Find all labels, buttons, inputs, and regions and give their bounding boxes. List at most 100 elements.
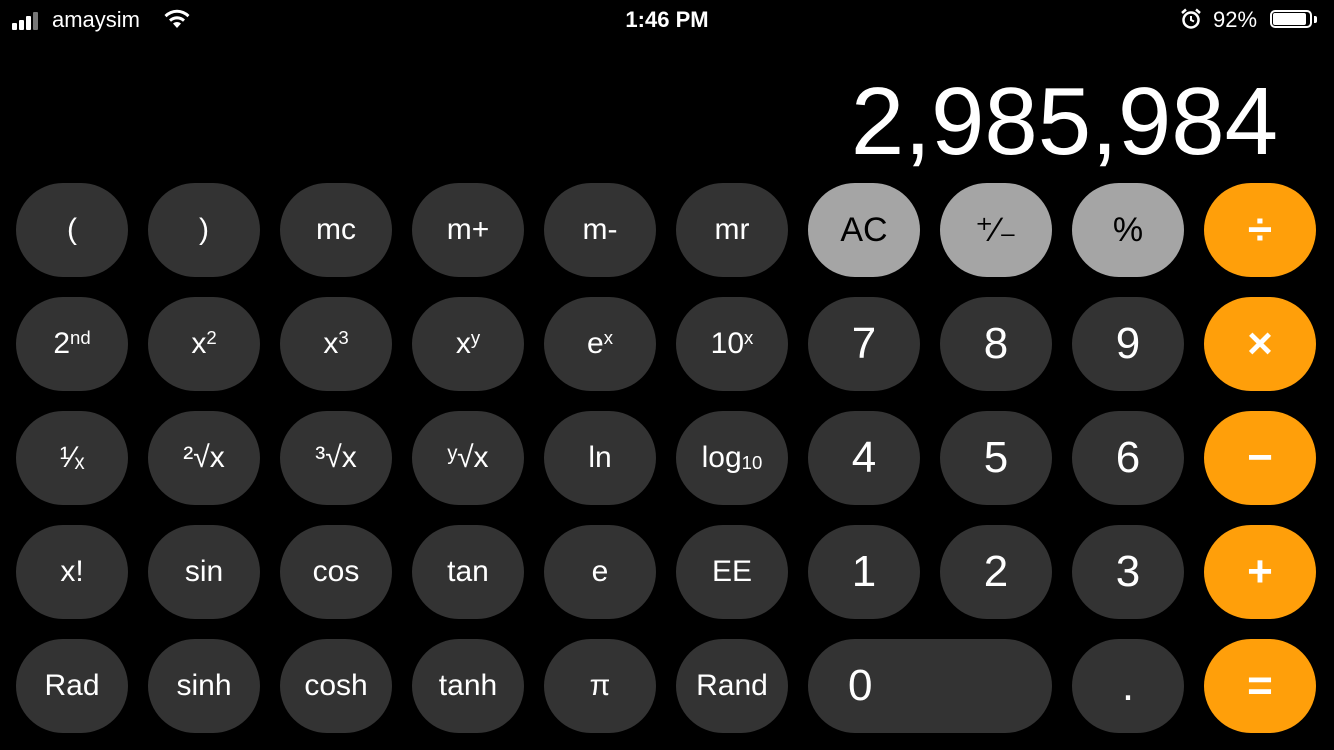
- divide-button[interactable]: ÷: [1204, 183, 1316, 277]
- multiply-button[interactable]: ×: [1204, 297, 1316, 391]
- ten-to-x-label: 10: [710, 327, 745, 360]
- ac-label: AC: [840, 210, 888, 249]
- rand-button[interactable]: Rand: [676, 639, 788, 733]
- x-cubed-button[interactable]: x3: [280, 297, 392, 391]
- rad-button[interactable]: Rad: [16, 639, 128, 733]
- digit-0-label: 0: [848, 661, 873, 710]
- status-bar: amaysim 1:46 PM 92%: [0, 0, 1334, 42]
- factorial-button[interactable]: x!: [16, 525, 128, 619]
- second-button[interactable]: 2nd: [16, 297, 128, 391]
- square-root-label: ²√x: [183, 441, 225, 474]
- square-root-button[interactable]: ²√x: [148, 411, 260, 505]
- mr-label: mr: [714, 213, 750, 246]
- digit-8-label: 8: [983, 319, 1009, 368]
- ac-button[interactable]: AC: [808, 183, 920, 277]
- e-to-x-button[interactable]: ex: [544, 297, 656, 391]
- pi-label: π: [589, 669, 611, 702]
- equals-label: =: [1247, 661, 1273, 710]
- log10-label: log: [701, 441, 742, 474]
- rand-label: Rand: [696, 669, 768, 702]
- digit-2-button[interactable]: 2: [940, 525, 1052, 619]
- ln-button[interactable]: ln: [544, 411, 656, 505]
- x-to-y-superscript: y: [470, 326, 481, 348]
- multiply-label: ×: [1247, 319, 1273, 368]
- sin-label: sin: [184, 555, 224, 588]
- digit-9-label: 9: [1115, 319, 1141, 368]
- digit-0-button[interactable]: 0: [808, 639, 1052, 733]
- decimal-label: .: [1121, 661, 1135, 710]
- plus-minus-button[interactable]: ⁺∕₋: [940, 183, 1052, 277]
- ten-to-x-button[interactable]: 10 x: [676, 297, 788, 391]
- sinh-button[interactable]: sinh: [148, 639, 260, 733]
- y-root-button[interactable]: ʸ√x: [412, 411, 524, 505]
- second-superscript: nd: [70, 326, 91, 348]
- cos-button[interactable]: cos: [280, 525, 392, 619]
- plus-button[interactable]: +: [1204, 525, 1316, 619]
- cosh-label: cosh: [304, 669, 368, 702]
- second-label: 2: [53, 327, 70, 360]
- minus-button[interactable]: −: [1204, 411, 1316, 505]
- digit-1-button[interactable]: 1: [808, 525, 920, 619]
- mc-button[interactable]: mc: [280, 183, 392, 277]
- cosh-button[interactable]: cosh: [280, 639, 392, 733]
- alarm-icon: [1181, 8, 1201, 29]
- tanh-button[interactable]: tanh: [412, 639, 524, 733]
- divide-label: ÷: [1247, 205, 1273, 254]
- digit-7-label: 7: [851, 319, 877, 368]
- reciprocal-label: ¹∕ₓ: [59, 441, 85, 474]
- ee-button[interactable]: EE: [676, 525, 788, 619]
- digit-6-label: 6: [1115, 433, 1141, 482]
- x-cubed-superscript: 3: [338, 326, 349, 348]
- digit-1-label: 1: [851, 547, 877, 596]
- tan-button[interactable]: tan: [412, 525, 524, 619]
- mr-button[interactable]: mr: [676, 183, 788, 277]
- mc-label: mc: [316, 213, 356, 246]
- m-plus-button[interactable]: m+: [412, 183, 524, 277]
- e-button[interactable]: e: [544, 525, 656, 619]
- digit-2-label: 2: [983, 547, 1009, 596]
- x-to-y-button[interactable]: xy: [412, 297, 524, 391]
- minus-label: −: [1247, 433, 1273, 482]
- close-paren-label: ): [199, 213, 209, 246]
- reciprocal-button[interactable]: ¹∕ₓ: [16, 411, 128, 505]
- cube-root-label: ³√x: [315, 441, 357, 474]
- m-minus-label: m-: [582, 213, 618, 246]
- decimal-button[interactable]: .: [1072, 639, 1184, 733]
- digit-8-button[interactable]: 8: [940, 297, 1052, 391]
- x-cubed-label: x: [323, 327, 339, 360]
- e-to-x-superscript: x: [603, 326, 613, 348]
- percent-button[interactable]: %: [1072, 183, 1184, 277]
- digit-5-button[interactable]: 5: [940, 411, 1052, 505]
- open-paren-label: (: [67, 213, 77, 246]
- tanh-label: tanh: [438, 669, 498, 702]
- digit-4-label: 4: [851, 433, 877, 482]
- digit-7-button[interactable]: 7: [808, 297, 920, 391]
- digit-5-label: 5: [983, 433, 1009, 482]
- result-display: 2,985,984: [850, 68, 1278, 175]
- digit-9-button[interactable]: 9: [1072, 297, 1184, 391]
- close-paren-button[interactable]: ): [148, 183, 260, 277]
- status-time: 1:46 PM: [625, 7, 709, 32]
- digit-4-button[interactable]: 4: [808, 411, 920, 505]
- y-root-label: ʸ√x: [447, 441, 489, 474]
- rad-label: Rad: [44, 669, 100, 702]
- digit-3-button[interactable]: 3: [1072, 525, 1184, 619]
- e-label: e: [591, 555, 609, 588]
- x-squared-superscript: 2: [206, 326, 217, 348]
- equals-button[interactable]: =: [1204, 639, 1316, 733]
- pi-button[interactable]: π: [544, 639, 656, 733]
- factorial-label: x!: [60, 555, 84, 588]
- plus-label: +: [1247, 547, 1273, 596]
- x-to-y-label: x: [455, 327, 471, 360]
- open-paren-button[interactable]: (: [16, 183, 128, 277]
- x-squared-button[interactable]: x2: [148, 297, 260, 391]
- log10-subscript: 10: [741, 451, 763, 473]
- log10-button[interactable]: log 10: [676, 411, 788, 505]
- m-minus-button[interactable]: m-: [544, 183, 656, 277]
- m-plus-label: m+: [446, 213, 490, 246]
- sin-button[interactable]: sin: [148, 525, 260, 619]
- percent-label: %: [1112, 210, 1144, 249]
- digit-6-button[interactable]: 6: [1072, 411, 1184, 505]
- cube-root-button[interactable]: ³√x: [280, 411, 392, 505]
- ln-label: ln: [588, 441, 612, 474]
